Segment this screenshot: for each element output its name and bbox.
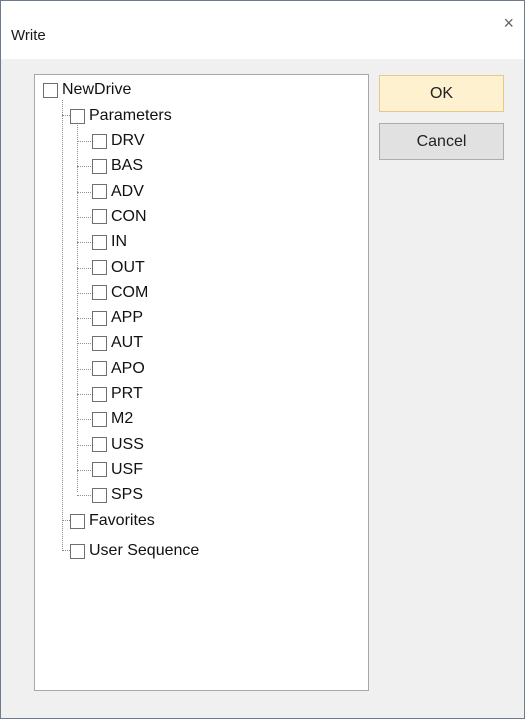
tree-node-param[interactable]: SPS	[92, 485, 143, 505]
tree-node-label: M2	[111, 410, 134, 428]
checkbox[interactable]	[92, 184, 107, 200]
tree-connector	[77, 123, 78, 492]
tree-connector	[77, 141, 91, 142]
tree-node-parameters[interactable]: Parameters	[70, 106, 172, 126]
tree-connector	[62, 520, 70, 521]
tree-node-label: USF	[111, 460, 143, 478]
tree-node-param[interactable]: DRV	[92, 131, 145, 151]
tree-connector	[77, 469, 91, 471]
checkbox[interactable]	[92, 411, 107, 427]
checkbox[interactable]	[92, 209, 107, 225]
title-bar: Write ×	[1, 1, 524, 59]
checkbox[interactable]	[92, 158, 107, 174]
tree-connector	[77, 394, 91, 395]
tree-view[interactable]: NewDrive Parameters DRV BAS ADV CON IN OUT COM…	[34, 74, 369, 691]
tree-connector	[62, 115, 70, 116]
tree-node-param[interactable]: OUT	[92, 258, 145, 278]
checkbox[interactable]	[92, 487, 107, 503]
tree-node-param[interactable]: ADV	[92, 182, 144, 202]
tree-node-label: Parameters	[89, 107, 172, 124]
checkbox[interactable]	[92, 462, 107, 478]
tree-node-param[interactable]: PRT	[92, 384, 143, 404]
tree-connector	[77, 343, 91, 345]
checkbox[interactable]	[70, 108, 85, 124]
dialog-title: Write	[11, 27, 46, 44]
tree-node-param[interactable]: IN	[92, 232, 127, 252]
checkbox[interactable]	[92, 361, 107, 377]
tree-connector	[77, 216, 91, 218]
tree-node-newdrive[interactable]: NewDrive	[43, 80, 131, 100]
checkbox[interactable]	[92, 285, 107, 301]
tree-connector	[77, 166, 91, 168]
checkbox[interactable]	[43, 82, 58, 98]
tree-connector	[77, 267, 91, 269]
tree-node-label: APO	[111, 359, 145, 377]
tree-node-label: IN	[111, 233, 127, 251]
checkbox[interactable]	[92, 386, 107, 402]
checkbox[interactable]	[92, 310, 107, 326]
tree-node-label: Favorites	[89, 512, 155, 529]
tree-node-user-sequence[interactable]: User Sequence	[70, 541, 199, 561]
checkbox[interactable]	[92, 234, 107, 250]
tree-connector	[77, 292, 91, 294]
tree-node-label: BAS	[111, 157, 144, 175]
tree-connector	[77, 368, 91, 370]
checkbox[interactable]	[70, 543, 85, 559]
tree-node-label: AUT	[111, 334, 143, 352]
tree-connector	[77, 495, 91, 497]
checkbox[interactable]	[92, 133, 107, 149]
tree-node-param[interactable]: BAS	[92, 156, 143, 176]
tree-node-label: PRT	[111, 385, 143, 402]
checkbox[interactable]	[92, 437, 107, 453]
tree-node-label: COM	[111, 283, 149, 301]
tree-connector	[77, 242, 91, 244]
tree-node-param[interactable]: USF	[92, 460, 143, 480]
tree-connector	[62, 550, 70, 551]
tree-node-label: USS	[111, 435, 144, 453]
checkbox[interactable]	[92, 335, 107, 351]
tree-connector	[77, 444, 91, 446]
tree-node-param[interactable]: COM	[92, 283, 148, 303]
tree-node-param[interactable]: M2	[92, 409, 133, 429]
tree-connector	[77, 419, 91, 421]
tree-node-param[interactable]: AUT	[92, 333, 143, 353]
close-icon[interactable]: ×	[503, 14, 514, 32]
tree-node-favorites[interactable]: Favorites	[70, 511, 155, 531]
tree-node-label: DRV	[111, 132, 145, 149]
write-dialog: Write × NewDrive Parameters DRV BAS ADV CON…	[0, 0, 525, 719]
tree-node-label: CON	[111, 207, 147, 225]
tree-node-label: User Sequence	[89, 542, 200, 559]
tree-node-param[interactable]: CON	[92, 207, 147, 227]
tree-node-param[interactable]: APP	[92, 308, 143, 328]
tree-connector	[77, 318, 91, 320]
checkbox[interactable]	[70, 513, 85, 529]
tree-node-label: NewDrive	[62, 81, 132, 98]
cancel-button[interactable]: Cancel	[379, 123, 504, 160]
checkbox[interactable]	[92, 260, 107, 275]
tree-node-label: SPS	[111, 486, 144, 504]
tree-node-label: OUT	[111, 258, 145, 276]
tree-node-label: APP	[111, 309, 144, 327]
tree-node-label: ADV	[111, 182, 144, 200]
tree-connector	[77, 191, 91, 193]
tree-node-param[interactable]: USS	[92, 435, 144, 455]
tree-connector	[62, 100, 63, 551]
ok-button[interactable]: OK	[379, 75, 504, 112]
tree-node-param[interactable]: APO	[92, 359, 145, 379]
